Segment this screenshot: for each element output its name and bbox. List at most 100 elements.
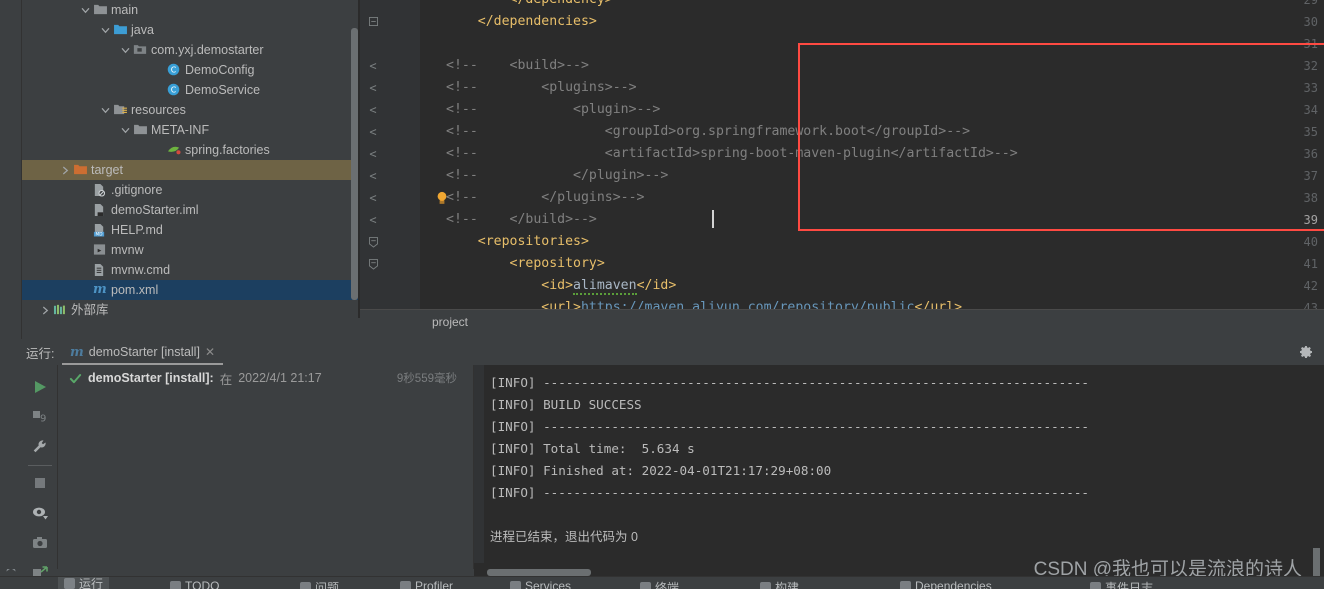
statusbar-item-label: Services bbox=[525, 579, 572, 589]
tree-twisty[interactable] bbox=[152, 80, 166, 100]
run-window-label: 运行: bbox=[26, 347, 55, 361]
gear-icon[interactable] bbox=[1298, 344, 1314, 360]
tree-item-help-md[interactable]: MD HELP.md bbox=[22, 220, 358, 240]
tree-twisty[interactable] bbox=[78, 260, 92, 280]
run-tab-bar: 运行: m demoStarter [install] ✕ bbox=[0, 339, 1324, 365]
tree-item-demostarter-iml[interactable]: demoStarter.iml bbox=[22, 200, 358, 220]
tree-item-target[interactable]: target bbox=[22, 160, 358, 180]
tree-item-democonfig[interactable]: C DemoConfig bbox=[22, 60, 358, 80]
fold-collapse-icon[interactable] bbox=[366, 11, 380, 33]
statusbar-item-Dependencies[interactable]: Dependencies bbox=[900, 579, 992, 589]
chevron-down-icon[interactable] bbox=[81, 6, 90, 15]
eye-icon[interactable] bbox=[32, 505, 48, 521]
tree-item----[interactable]: 外部库 bbox=[22, 300, 358, 318]
comment-marker-icon[interactable]: < bbox=[366, 165, 380, 187]
dependencies-icon bbox=[900, 580, 911, 589]
cmd-file-icon bbox=[92, 260, 109, 280]
run-tab-demostarter[interactable]: m demoStarter [install] ✕ bbox=[62, 341, 223, 365]
tree-twisty[interactable] bbox=[78, 0, 92, 20]
tree-item-mvnw[interactable]: ▸ mvnw bbox=[22, 240, 358, 260]
console-line: [INFO] BUILD SUCCESS bbox=[490, 397, 642, 412]
tree-twisty[interactable] bbox=[152, 140, 166, 160]
chevron-down-icon[interactable] bbox=[121, 46, 130, 55]
statusbar-item-事件日志[interactable]: 事件日志 bbox=[1090, 579, 1153, 589]
tree-twisty[interactable] bbox=[118, 40, 132, 60]
tree-item-main[interactable]: main bbox=[22, 0, 358, 20]
console-line: [INFO] Finished at: 2022-04-01T21:17:29+… bbox=[490, 463, 832, 478]
tree-item-label: DemoConfig bbox=[185, 63, 255, 77]
console-horizontal-scrollbar[interactable] bbox=[487, 569, 591, 576]
tree-twisty[interactable] bbox=[78, 200, 92, 220]
project-tree-scrollbar[interactable] bbox=[351, 28, 358, 300]
chevron-down-icon[interactable] bbox=[101, 26, 110, 35]
tree-twisty[interactable] bbox=[118, 120, 132, 140]
flag-9-icon[interactable]: 9 bbox=[32, 409, 48, 425]
statusbar-item-构建[interactable]: 构建 bbox=[760, 579, 799, 589]
close-icon[interactable]: ✕ bbox=[205, 345, 215, 359]
tree-twisty[interactable] bbox=[78, 220, 92, 240]
statusbar-item-Services[interactable]: Services bbox=[510, 579, 571, 589]
fold-region-icon[interactable] bbox=[366, 253, 380, 275]
tree-twisty[interactable] bbox=[78, 180, 92, 200]
breadcrumb[interactable]: project bbox=[360, 310, 1324, 334]
class-icon: C bbox=[167, 83, 180, 96]
tree-item-java[interactable]: java bbox=[22, 20, 358, 40]
chevron-right-icon[interactable] bbox=[61, 166, 70, 175]
tree-twisty[interactable] bbox=[98, 20, 112, 40]
tree-item--gitignore[interactable]: .gitignore bbox=[22, 180, 358, 200]
tree-twisty[interactable] bbox=[78, 280, 92, 300]
play-icon[interactable] bbox=[32, 379, 48, 395]
run-result-tree[interactable]: demoStarter [install]: 在 2022/4/1 21:17 … bbox=[59, 365, 473, 569]
tree-twisty[interactable] bbox=[152, 60, 166, 80]
console-output[interactable]: [INFO] ---------------------------------… bbox=[474, 365, 1324, 569]
wrench-icon[interactable] bbox=[32, 439, 48, 455]
comment-marker-icon[interactable]: < bbox=[366, 209, 380, 231]
statusbar-item-label: 终端 bbox=[655, 581, 680, 589]
stop-square-icon[interactable] bbox=[32, 475, 48, 491]
tree-item-label: .gitignore bbox=[111, 183, 163, 197]
run-result-row[interactable]: demoStarter [install]: 在 2022/4/1 21:17 bbox=[69, 369, 322, 387]
tree-item-resources[interactable]: resources bbox=[22, 100, 358, 120]
tree-item-demoservice[interactable]: C DemoService bbox=[22, 80, 358, 100]
comment-marker-icon[interactable]: < bbox=[366, 55, 380, 77]
tree-item-meta-inf[interactable]: META-INF bbox=[22, 120, 358, 140]
run-tab-label: demoStarter [install] bbox=[88, 345, 200, 359]
code-editor[interactable]: 29 30 31 32 33 34 35 36 37 38 39 40 41 42 43 < < < < < < < < … bbox=[360, 0, 1324, 310]
tree-item-com-yxj-demostarter[interactable]: com.yxj.demostarter bbox=[22, 40, 358, 60]
chevron-down-icon[interactable] bbox=[121, 126, 130, 135]
project-tool-window[interactable]: main java com.yxj.demostarter C DemoConfig C D… bbox=[22, 0, 358, 318]
intention-bulb-icon[interactable] bbox=[436, 191, 448, 205]
editor-code-area[interactable]: </dependency> </dependencies> <!-- <build… bbox=[446, 0, 1324, 310]
editor-fold-column[interactable] bbox=[420, 0, 446, 310]
tree-item-spring-factories[interactable]: spring.factories bbox=[22, 140, 358, 160]
statusbar-item-终端[interactable]: 终端 bbox=[640, 579, 679, 589]
tree-twisty[interactable] bbox=[98, 100, 112, 120]
comment-marker-icon[interactable]: < bbox=[366, 143, 380, 165]
statusbar-item-TODO[interactable]: TODO bbox=[170, 579, 219, 589]
chevron-down-icon[interactable] bbox=[101, 106, 110, 115]
tree-item-label: mvnw.cmd bbox=[111, 263, 171, 277]
comment-marker-icon[interactable]: < bbox=[366, 99, 380, 121]
statusbar-item-运行[interactable]: 运行 bbox=[58, 577, 110, 589]
code-line: <!-- </build>--> bbox=[446, 212, 597, 227]
tree-item-mvnw-cmd[interactable]: mvnw.cmd bbox=[22, 260, 358, 280]
statusbar-item-Profiler[interactable]: Profiler bbox=[400, 579, 453, 589]
profiler-icon bbox=[400, 580, 411, 589]
chevron-right-icon[interactable] bbox=[41, 306, 50, 315]
services-icon bbox=[510, 580, 521, 589]
comment-marker-icon[interactable]: < bbox=[366, 77, 380, 99]
comment-marker-icon[interactable]: < bbox=[366, 187, 380, 209]
console-vertical-scrollbar[interactable] bbox=[1313, 548, 1320, 578]
svg-text:▸: ▸ bbox=[98, 245, 102, 254]
tree-twisty[interactable] bbox=[78, 240, 92, 260]
code-line: <repositories> bbox=[477, 234, 589, 249]
comment-marker-icon[interactable]: < bbox=[366, 121, 380, 143]
fold-region-icon[interactable] bbox=[366, 231, 380, 253]
statusbar-item-问题[interactable]: 问题 bbox=[300, 579, 339, 589]
statusbar-item-label: 构建 bbox=[775, 581, 800, 589]
tree-twisty[interactable] bbox=[38, 300, 52, 318]
tree-twisty[interactable] bbox=[58, 160, 72, 180]
camera-icon[interactable] bbox=[32, 535, 48, 551]
tree-item-pom-xml[interactable]: m pom.xml bbox=[22, 280, 358, 300]
breadcrumb-label: project bbox=[432, 315, 469, 329]
